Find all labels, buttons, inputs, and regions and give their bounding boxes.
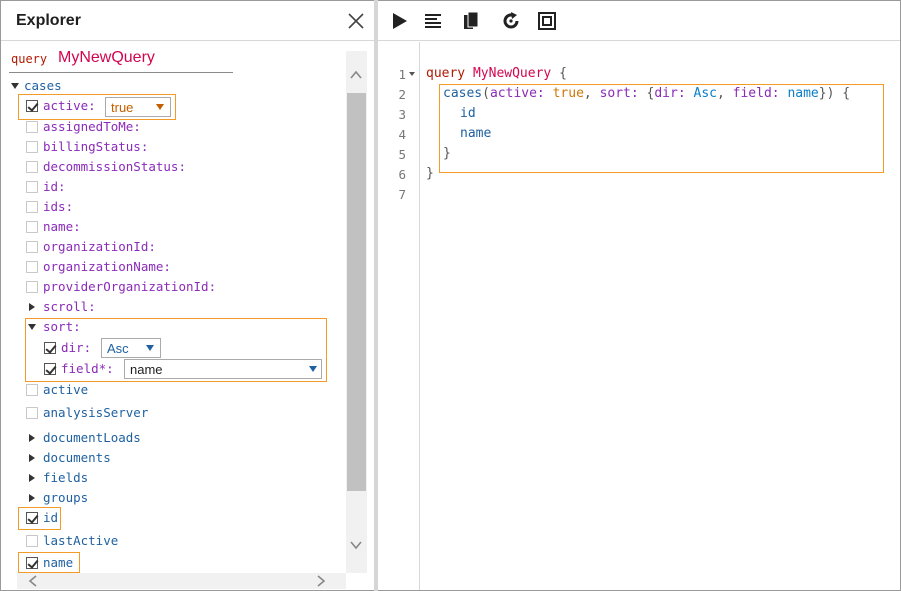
arg-assignedtome[interactable]: assignedToMe: <box>25 119 265 137</box>
field-fields[interactable]: fields <box>25 470 265 488</box>
line-number: 3 <box>398 107 406 122</box>
scrollbar-thumb[interactable] <box>347 93 366 491</box>
field-lastactive[interactable]: lastActive <box>25 533 265 551</box>
line-gutter: 1 2 3 4 5 6 7 <box>378 42 420 590</box>
chevron-left-icon[interactable] <box>27 575 39 587</box>
arg-label: decommissionStatus: <box>43 159 186 174</box>
caret-down-icon[interactable] <box>11 83 19 89</box>
arg-providerorganizationid[interactable]: providerOrganizationId: <box>25 279 265 297</box>
caret-right-icon[interactable] <box>29 434 35 442</box>
highlight-name <box>18 552 80 573</box>
arg-label: name: <box>43 219 81 234</box>
explorer-vertical-scrollbar[interactable] <box>346 51 367 573</box>
arg-label: billingStatus: <box>43 139 149 154</box>
field-label: documentLoads <box>43 430 141 445</box>
arg-label: organizationName: <box>43 259 171 274</box>
field-label: lastActive <box>43 533 119 548</box>
field-analysisserver[interactable]: analysisServer <box>25 405 265 423</box>
caret-right-icon[interactable] <box>29 474 35 482</box>
line-number: 7 <box>398 187 406 202</box>
checkbox[interactable] <box>26 535 38 547</box>
explorer-horizontal-scrollbar[interactable] <box>17 573 346 589</box>
code-line-6: } <box>426 166 434 181</box>
run-icon[interactable] <box>388 10 410 32</box>
arg-label: organizationId: <box>43 239 156 254</box>
copy-icon[interactable] <box>460 10 482 32</box>
checkbox[interactable] <box>26 241 38 253</box>
field-active[interactable]: active <box>25 382 265 400</box>
checkbox[interactable] <box>26 221 38 233</box>
explorer-tree: cases active: true assignedToMe: billing… <box>1 1 346 590</box>
line-number: 4 <box>398 127 406 142</box>
explorer-pane: Explorer query MyNewQuery cases active: … <box>1 1 375 590</box>
arg-organizationname[interactable]: organizationName: <box>25 259 265 277</box>
query-editor[interactable]: 1 2 3 4 5 6 7 query MyNewQuery { cases(a… <box>378 42 900 590</box>
checkbox[interactable] <box>26 384 38 396</box>
checkbox[interactable] <box>26 121 38 133</box>
checkbox[interactable] <box>26 181 38 193</box>
arg-billingstatus[interactable]: billingStatus: <box>25 139 265 157</box>
highlight-code-cases <box>439 84 884 173</box>
field-documents[interactable]: documents <box>25 450 265 468</box>
editor-toolbar <box>378 1 900 41</box>
arg-label: scroll: <box>43 299 96 314</box>
line-number: 1 <box>398 67 406 82</box>
checkbox[interactable] <box>26 201 38 213</box>
arg-label: providerOrganizationId: <box>43 279 217 294</box>
field-label: analysisServer <box>43 405 149 420</box>
arg-organizationid[interactable]: organizationId: <box>25 239 265 257</box>
highlight-id <box>18 507 61 530</box>
checkbox[interactable] <box>26 407 38 419</box>
arg-ids[interactable]: ids: <box>25 199 265 217</box>
arg-name[interactable]: name: <box>25 219 265 237</box>
checkbox[interactable] <box>26 281 38 293</box>
history-icon[interactable] <box>500 10 522 32</box>
arg-label: ids: <box>43 199 74 214</box>
prettify-icon[interactable] <box>422 10 444 32</box>
code-line-1: query MyNewQuery { <box>426 66 567 81</box>
checkbox[interactable] <box>26 261 38 273</box>
close-icon[interactable] <box>346 11 366 31</box>
chevron-right-icon[interactable] <box>315 575 327 587</box>
caret-right-icon[interactable] <box>29 303 35 311</box>
highlight-sort <box>25 318 327 382</box>
line-number: 6 <box>398 167 406 182</box>
line-number: 2 <box>398 87 406 102</box>
field-label: groups <box>43 490 89 505</box>
chevron-down-icon[interactable] <box>350 539 362 551</box>
tree-label-cases: cases <box>24 78 62 93</box>
line-number: 5 <box>398 147 406 162</box>
field-label: documents <box>43 450 111 465</box>
field-groups[interactable]: groups <box>25 490 265 508</box>
fold-caret-icon[interactable] <box>409 72 415 76</box>
checkbox[interactable] <box>26 161 38 173</box>
caret-right-icon[interactable] <box>29 494 35 502</box>
arg-label: assignedToMe: <box>43 119 141 134</box>
arg-label: id: <box>43 179 66 194</box>
field-label: active <box>43 382 89 397</box>
checkbox[interactable] <box>26 141 38 153</box>
explorer-toggle-icon[interactable] <box>536 10 558 32</box>
arg-id[interactable]: id: <box>25 179 265 197</box>
highlight-active <box>18 94 176 120</box>
arg-decommissionstatus[interactable]: decommissionStatus: <box>25 159 265 177</box>
arg-scroll[interactable]: scroll: <box>25 299 265 317</box>
field-documentloads[interactable]: documentLoads <box>25 430 265 448</box>
chevron-up-icon[interactable] <box>350 69 362 81</box>
caret-right-icon[interactable] <box>29 454 35 462</box>
field-label: fields <box>43 470 89 485</box>
